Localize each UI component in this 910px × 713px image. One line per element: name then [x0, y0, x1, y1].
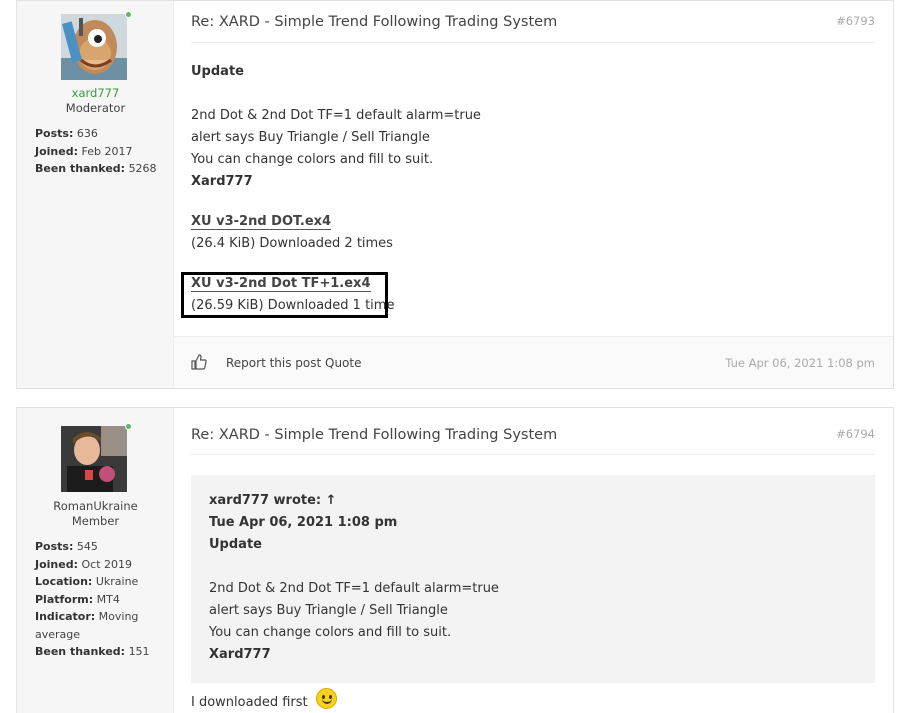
stat-label: Been thanked:	[35, 162, 126, 175]
author-username[interactable]: RomanUkraine	[17, 499, 174, 513]
quote-heading: Update	[209, 537, 262, 552]
stat-value: 545	[76, 540, 98, 553]
content-signature: Xard777	[191, 174, 253, 189]
report-post-link[interactable]: Report this post	[226, 356, 321, 370]
quote-line: 2nd Dot & 2nd Dot TF=1 default alarm=tru…	[209, 581, 499, 596]
stat-label: Posts:	[35, 540, 74, 553]
stat-label: Indicator:	[35, 610, 96, 623]
quote-line: alert says Buy Triangle / Sell Triangle	[209, 603, 448, 618]
post-6794: RomanUkraine Member Posts: 545 Joined: O…	[16, 407, 894, 713]
attachment-link[interactable]: XU v3-2nd DOT.ex4	[191, 214, 332, 230]
reply-text: I downloaded first	[191, 695, 308, 710]
quote-link[interactable]: Quote	[325, 356, 361, 370]
avatar[interactable]	[61, 14, 127, 80]
stat-label: Posts:	[35, 127, 74, 140]
avatar[interactable]	[61, 426, 127, 492]
content-heading: Update	[191, 64, 244, 79]
attachment-meta: (26.4 KiB) Downloaded 2 times	[191, 236, 393, 251]
post-number[interactable]: #6793	[836, 14, 875, 28]
highlight-box	[181, 272, 388, 318]
author-stats: Posts: 636 Joined: Feb 2017 Been thanked…	[35, 125, 165, 178]
post-body: Re: XARD - Simple Trend Following Tradin…	[174, 1, 893, 388]
author-rank: Member	[71, 514, 120, 528]
online-status-indicator	[125, 11, 132, 18]
stat-value: 636	[76, 127, 98, 140]
post-title[interactable]: Re: XARD - Simple Trend Following Tradin…	[191, 427, 557, 443]
stat-value: Feb 2017	[81, 144, 133, 158]
quote-block: xard777 wrote: ↑ Tue Apr 06, 2021 1:08 p…	[191, 475, 875, 683]
author-username[interactable]: xard777	[17, 86, 174, 100]
stat-label: Platform:	[35, 592, 94, 606]
post-6793: xard777 Moderator Posts: 636 Joined: Feb…	[16, 0, 894, 389]
author-rank: Moderator	[65, 101, 126, 115]
title-divider	[191, 454, 875, 455]
stat-value: 151	[128, 645, 150, 658]
stat-value: Oct 2019	[81, 557, 133, 571]
stat-label: Joined:	[35, 144, 78, 158]
smiley-icon	[315, 688, 337, 709]
post-footer: Report this post Quote Tue Apr 06, 2021 …	[174, 336, 893, 388]
author-stats: Posts: 545 Joined: Oct 2019 Location: Uk…	[35, 538, 165, 661]
author-profile: xard777 Moderator Posts: 636 Joined: Feb…	[17, 1, 174, 388]
title-divider	[191, 42, 875, 43]
reply-content: I downloaded first	[191, 688, 337, 713]
post-date: Tue Apr 06, 2021 1:08 pm	[725, 356, 875, 370]
content-line: You can change colors and fill to suit.	[191, 152, 434, 167]
stat-label: Been thanked:	[35, 645, 126, 658]
stat-label: Location:	[35, 575, 93, 588]
author-profile: RomanUkraine Member Posts: 545 Joined: O…	[17, 408, 174, 713]
quote-signature: Xard777	[209, 647, 271, 662]
quote-date: Tue Apr 06, 2021 1:08 pm	[209, 515, 398, 530]
stat-value: Ukraine	[95, 575, 139, 588]
content-line: 2nd Dot & 2nd Dot TF=1 default alarm=tru…	[191, 108, 481, 123]
stat-label: Joined:	[35, 557, 78, 571]
stat-value: 5268	[128, 162, 157, 175]
online-status-indicator	[125, 423, 132, 430]
thumbs-up-icon[interactable]	[191, 354, 207, 370]
content-line: alert says Buy Triangle / Sell Triangle	[191, 130, 430, 145]
quote-author[interactable]: xard777 wrote: ↑	[209, 490, 857, 512]
post-title[interactable]: Re: XARD - Simple Trend Following Tradin…	[191, 14, 557, 30]
post-body: Re: XARD - Simple Trend Following Tradin…	[174, 408, 893, 713]
post-number[interactable]: #6794	[836, 427, 875, 441]
stat-value: MT4	[96, 592, 120, 606]
quote-line: You can change colors and fill to suit.	[209, 625, 452, 640]
